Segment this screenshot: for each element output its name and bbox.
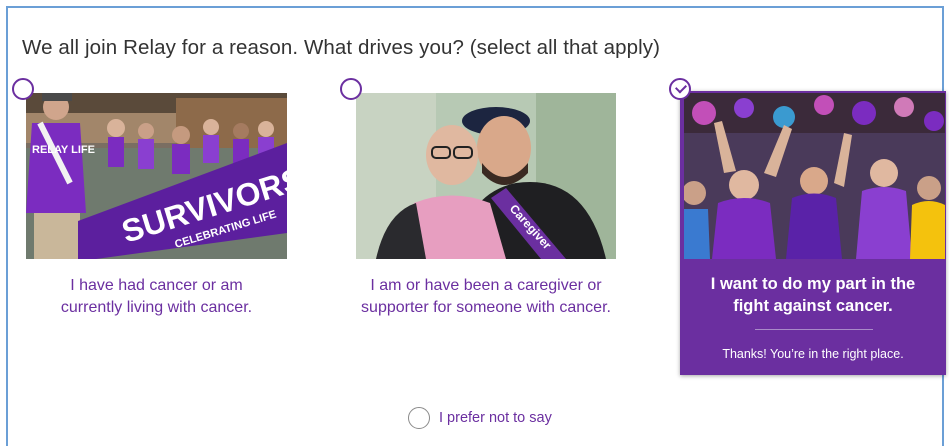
selected-option-panel: I want to do my part in the fight agains… [680,91,946,375]
option-caption-3: I want to do my part in the fight agains… [710,275,916,315]
prefer-not-to-say-option[interactable]: I prefer not to say [408,407,552,429]
option-caption-1: I have had cancer or am currently living… [60,277,253,316]
option-caption-2: I am or have been a caregiver or support… [361,277,611,316]
checkmark-icon [674,81,688,94]
option-radio-2[interactable] [340,78,362,100]
cheering-crowd-photo [684,93,945,259]
shirt-text: RELAY LIFE [32,144,95,156]
question-heading: We all join Relay for a reason. What dri… [22,36,661,59]
caregiver-photo: Caregiver [356,93,616,259]
option-radio-1[interactable] [12,78,34,100]
selection-confirmation: Thanks! You’re in the right place. [722,347,904,361]
prefer-not-label: I prefer not to say [439,410,552,426]
prefer-not-radio[interactable] [408,407,430,429]
option-radio-3[interactable] [669,78,691,100]
survivors-banner-photo: RELAY LIFE SURVIVORS CELEBRATING LIFE [26,93,287,259]
caption-divider [755,329,873,330]
